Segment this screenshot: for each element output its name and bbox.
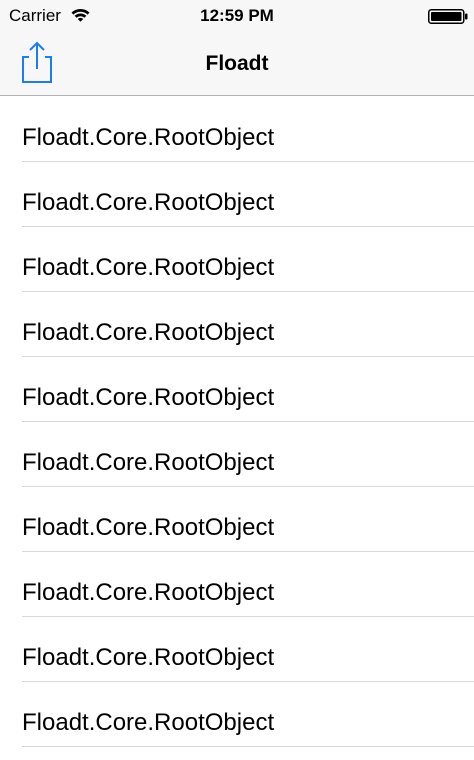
- table-row[interactable]: Floadt.Core.RootObject: [0, 682, 474, 747]
- row-label: Floadt.Core.RootObject: [22, 254, 275, 281]
- page-title: Floadt: [205, 52, 269, 75]
- table-row[interactable]: Floadt.Core.RootObject: [0, 97, 474, 162]
- table-row[interactable]: Floadt.Core.RootObject: [0, 227, 474, 292]
- row-label: Floadt.Core.RootObject: [22, 709, 275, 736]
- table-row[interactable]: Floadt.Core.RootObject: [0, 487, 474, 552]
- status-time: 12:59 PM: [200, 6, 274, 25]
- row-label: Floadt.Core.RootObject: [22, 384, 275, 411]
- table-row[interactable]: Floadt.Core.RootObject: [0, 357, 474, 422]
- table-row[interactable]: Floadt.Core.RootObject: [0, 552, 474, 617]
- battery-full-icon: [428, 9, 468, 24]
- table-row[interactable]: Floadt.Core.RootObject: [0, 292, 474, 357]
- row-label: Floadt.Core.RootObject: [22, 449, 275, 476]
- table-list: Floadt.Core.RootObject Floadt.Core.RootO…: [0, 97, 474, 747]
- row-label: Floadt.Core.RootObject: [22, 579, 275, 606]
- table-row[interactable]: Floadt.Core.RootObject: [0, 617, 474, 682]
- row-label: Floadt.Core.RootObject: [22, 644, 275, 671]
- row-label: Floadt.Core.RootObject: [22, 514, 275, 541]
- navigation-bar: Floadt: [0, 32, 474, 96]
- app-screen: Carrier 12:59 PM Floadt Floadt.Core.Root…: [0, 0, 474, 760]
- status-bar: Carrier 12:59 PM: [0, 0, 474, 32]
- row-label: Floadt.Core.RootObject: [22, 319, 275, 346]
- table-row[interactable]: Floadt.Core.RootObject: [0, 162, 474, 227]
- row-label: Floadt.Core.RootObject: [22, 124, 275, 151]
- table-row[interactable]: Floadt.Core.RootObject: [0, 422, 474, 487]
- row-label: Floadt.Core.RootObject: [22, 189, 275, 216]
